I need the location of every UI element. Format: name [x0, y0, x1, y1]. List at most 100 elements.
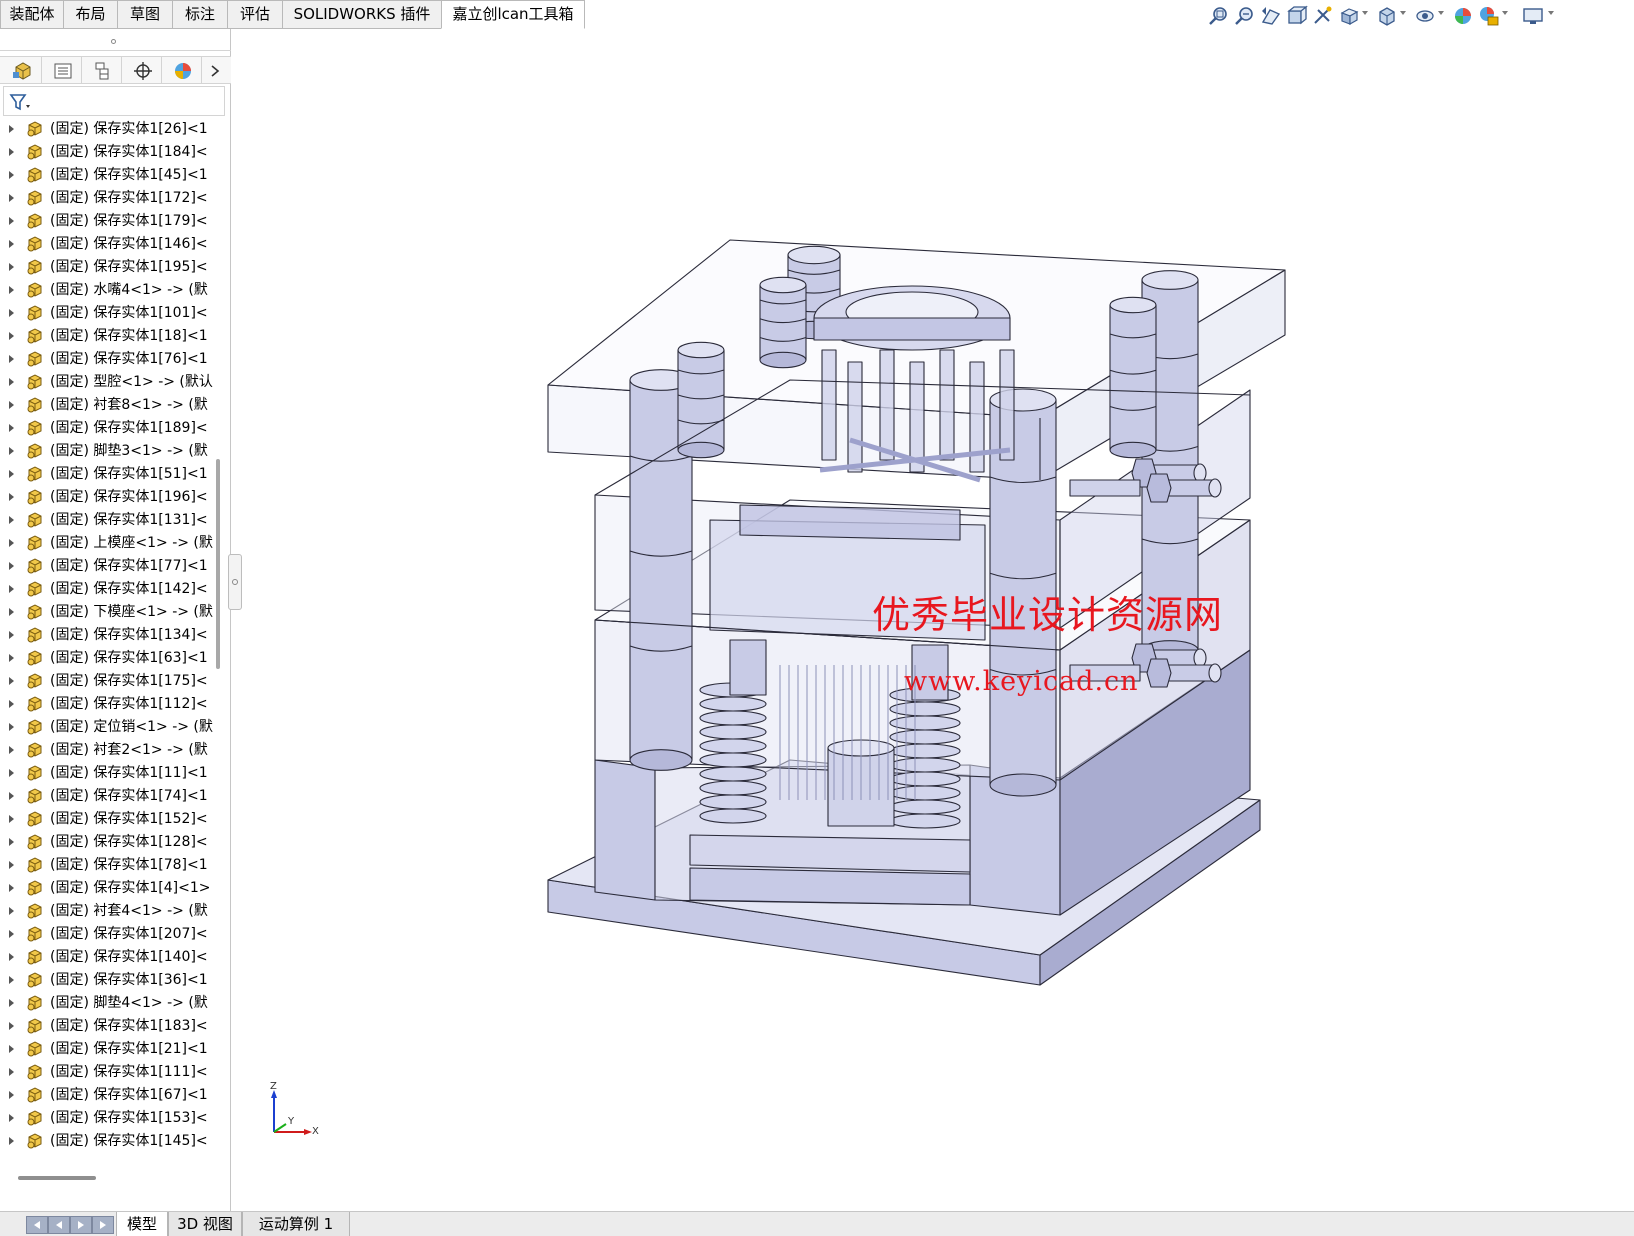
spring-rod-left[interactable] [729, 639, 767, 696]
tree-item[interactable]: (固定) 保存实体1[101]< [0, 301, 213, 325]
ejector-pin-1[interactable] [847, 361, 863, 473]
expand-arrow-icon[interactable] [9, 470, 14, 478]
displaymanager-tab[interactable] [162, 57, 202, 84]
guide-bush-back-right-base[interactable] [1109, 441, 1157, 459]
tab-model[interactable]: 模型 [116, 1212, 168, 1236]
expand-arrow-icon[interactable] [9, 746, 14, 754]
guide-pillar-back-left-base[interactable] [677, 441, 725, 459]
water-nozzle-4-tip[interactable] [1208, 663, 1222, 683]
expand-arrow-icon[interactable] [9, 516, 14, 524]
water-nozzle-3-tip[interactable] [1193, 648, 1207, 668]
spring-right-coil[interactable] [889, 715, 961, 731]
display-style-icon[interactable] [1376, 5, 1398, 27]
prev-tab-button[interactable] [48, 1216, 70, 1234]
view-settings-caret-icon[interactable] [1548, 11, 1554, 15]
apply-scene-caret-icon[interactable] [1502, 11, 1508, 15]
expand-arrow-icon[interactable] [9, 884, 14, 892]
spring-right-coil[interactable] [889, 743, 961, 759]
spring-left-coil[interactable] [699, 696, 767, 712]
tree-item[interactable]: (固定) 保存实体1[145]< [0, 1129, 213, 1153]
tree-item[interactable]: (固定) 保存实体1[21]<1 [0, 1037, 213, 1061]
tree-item[interactable]: (固定) 保存实体1[4]<1> [0, 876, 213, 900]
sprue-pillar-top-cap[interactable] [787, 245, 841, 265]
tree-item[interactable]: (固定) 保存实体1[77]<1 [0, 554, 213, 578]
tree-item[interactable]: (固定) 保存实体1[63]<1 [0, 646, 213, 670]
expand-arrow-icon[interactable] [9, 1045, 14, 1053]
first-tab-button[interactable] [26, 1216, 48, 1234]
core-insert[interactable] [739, 504, 961, 541]
tree-item[interactable]: (固定) 脚垫4<1> -> (默 [0, 991, 213, 1015]
view-orientation-icon[interactable] [1338, 5, 1360, 27]
spring-left-coil[interactable] [699, 766, 767, 782]
expand-arrow-icon[interactable] [9, 700, 14, 708]
tree-item[interactable]: (固定) 脚垫3<1> -> (默 [0, 439, 213, 463]
support-block-left[interactable] [594, 759, 656, 901]
tree-item[interactable]: (固定) 衬套4<1> -> (默 [0, 899, 213, 923]
tab-markup[interactable]: 标注 [172, 0, 228, 29]
featuremanager-tab[interactable] [2, 57, 42, 84]
spring-left-coil[interactable] [699, 738, 767, 754]
tree-item[interactable]: (固定) 保存实体1[67]<1 [0, 1083, 213, 1107]
tree-item[interactable]: (固定) 保存实体1[45]<1 [0, 163, 213, 187]
expand-arrow-icon[interactable] [9, 907, 14, 915]
tree-item[interactable]: (固定) 保存实体1[111]< [0, 1060, 213, 1084]
tab-layout[interactable]: 布局 [63, 0, 118, 29]
hide-show-items-icon[interactable] [1414, 5, 1436, 27]
view-orientation-caret-icon[interactable] [1362, 11, 1368, 15]
tree-item[interactable]: (固定) 保存实体1[172]< [0, 186, 213, 210]
chevron-right-icon[interactable] [210, 65, 220, 77]
zoom-to-fit-icon[interactable] [1208, 5, 1230, 27]
expand-arrow-icon[interactable] [9, 309, 14, 317]
tree-item[interactable]: (固定) 衬套8<1> -> (默 [0, 393, 213, 417]
tree-item[interactable]: (固定) 上模座<1> -> (默 [0, 531, 213, 555]
tree-item[interactable]: (固定) 水嘴4<1> -> (默 [0, 278, 213, 302]
apply-scene-icon[interactable] [1478, 5, 1500, 27]
expand-arrow-icon[interactable] [9, 1022, 14, 1030]
zoom-to-area-icon[interactable] [1234, 5, 1256, 27]
expand-arrow-icon[interactable] [9, 355, 14, 363]
water-nozzle-1-tip[interactable] [1193, 463, 1207, 483]
expand-arrow-icon[interactable] [9, 562, 14, 570]
guide-pillar-front-left-base[interactable] [629, 749, 693, 771]
expand-arrow-icon[interactable] [9, 217, 14, 225]
guide-pillar-back-left[interactable] [677, 349, 725, 451]
tab-lcan-toolbox[interactable]: 嘉立创lcan工具箱 [441, 0, 585, 29]
expand-arrow-icon[interactable] [9, 769, 14, 777]
expand-arrow-icon[interactable] [9, 792, 14, 800]
tree-item[interactable]: (固定) 保存实体1[112]< [0, 692, 213, 716]
section-view-icon[interactable] [1286, 5, 1308, 27]
expand-arrow-icon[interactable] [9, 953, 14, 961]
tree-item[interactable]: (固定) 保存实体1[142]< [0, 577, 213, 601]
ejector-plate-lower[interactable] [689, 867, 971, 906]
dynamic-annotation-icon[interactable] [1312, 5, 1334, 27]
ejector-pin-6[interactable] [999, 349, 1015, 461]
expand-arrow-icon[interactable] [9, 171, 14, 179]
guide-pillar-back-right-cap[interactable] [1141, 270, 1199, 290]
spring-left-coil[interactable] [699, 710, 767, 726]
previous-view-icon[interactable] [1260, 5, 1282, 27]
ejector-pin-3[interactable] [909, 361, 925, 473]
spring-right-coil[interactable] [889, 729, 961, 745]
tree-item[interactable]: (固定) 保存实体1[184]< [0, 140, 213, 164]
tree-item[interactable]: (固定) 保存实体1[195]< [0, 255, 213, 279]
expand-arrow-icon[interactable] [9, 838, 14, 846]
tab-3d-views[interactable]: 3D 视图 [168, 1212, 242, 1236]
expand-arrow-icon[interactable] [9, 815, 14, 823]
guide-bush-back-right[interactable] [1109, 304, 1157, 451]
tree-item[interactable]: (固定) 下模座<1> -> (默 [0, 600, 213, 624]
expand-arrow-icon[interactable] [9, 1137, 14, 1145]
expand-arrow-icon[interactable] [9, 976, 14, 984]
expand-arrow-icon[interactable] [9, 1091, 14, 1099]
spring-right-coil[interactable] [889, 757, 961, 773]
tree-item[interactable]: (固定) 保存实体1[51]<1 [0, 462, 213, 486]
expand-arrow-icon[interactable] [9, 493, 14, 501]
ejector-pin-0[interactable] [821, 349, 837, 461]
expand-arrow-icon[interactable] [9, 447, 14, 455]
tree-item[interactable]: (固定) 保存实体1[189]< [0, 416, 213, 440]
expand-arrow-icon[interactable] [9, 585, 14, 593]
tree-horizontal-scrollbar[interactable] [18, 1176, 96, 1180]
water-nozzle-4-hex[interactable] [1146, 658, 1172, 688]
water-nozzle-2-hex[interactable] [1146, 473, 1172, 503]
tree-item[interactable]: (固定) 保存实体1[76]<1 [0, 347, 213, 371]
spring-right-coil[interactable] [889, 701, 961, 717]
